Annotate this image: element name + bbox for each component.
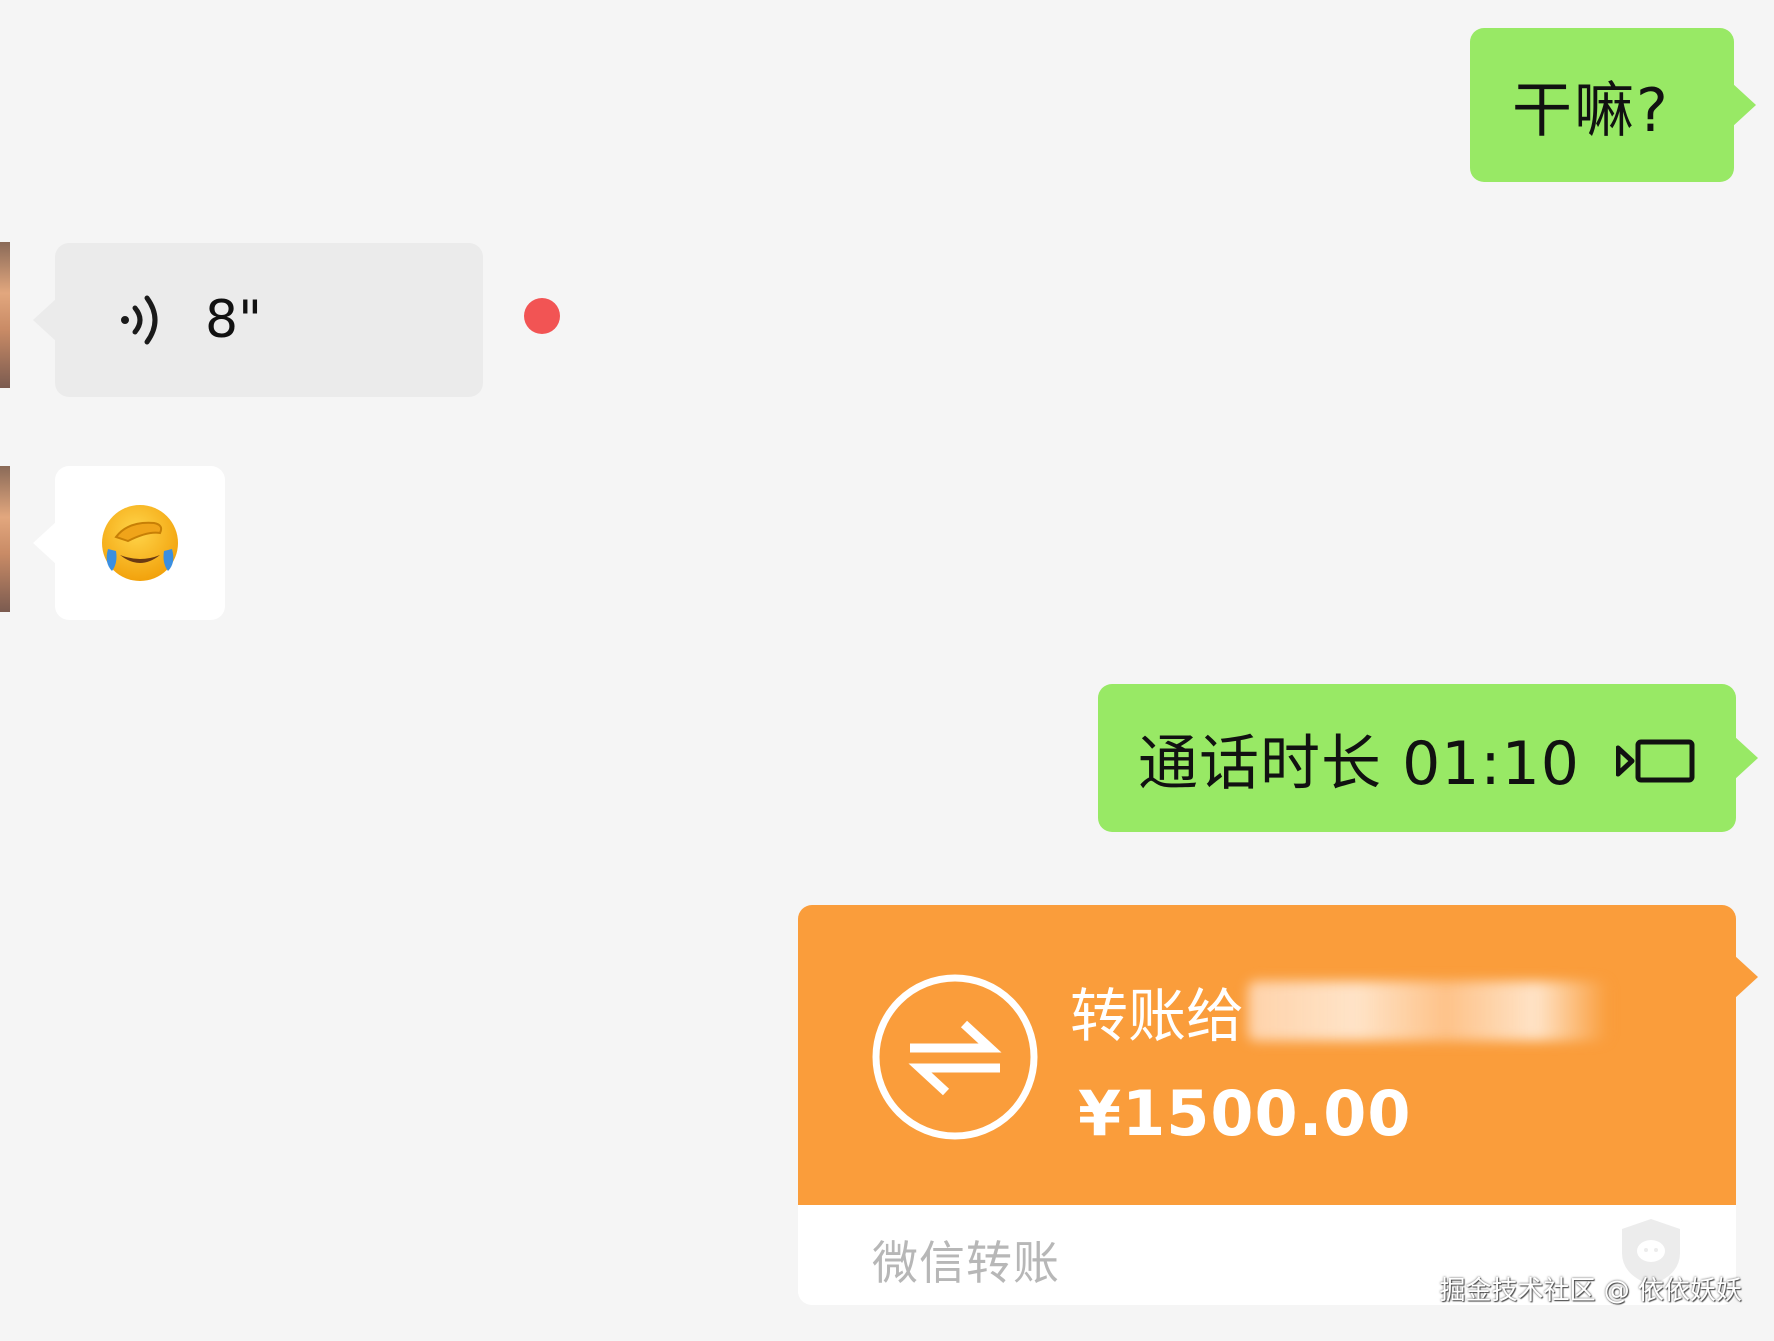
- voice-message-bubble[interactable]: 8": [55, 243, 483, 397]
- contact-avatar[interactable]: [0, 466, 10, 612]
- video-call-icon: [1616, 739, 1695, 783]
- transfer-arrows-icon: [872, 974, 1038, 1140]
- voice-wave-icon: [121, 295, 158, 345]
- contact-avatar[interactable]: [0, 242, 10, 388]
- call-record-bubble[interactable]: 通话时长 01:10: [1098, 684, 1736, 832]
- transfer-recipient: 转账给: [1070, 969, 1609, 1053]
- transfer-card-header: 转账给 ¥1500.00: [798, 905, 1758, 1205]
- transfer-card[interactable]: 转账给 ¥1500.00 微信转账: [798, 905, 1758, 1305]
- chat-window: 干嘛? 8" 通话时长 01:10 转账给 ¥1500.00 微信转账 掘金技术…: [0, 0, 1774, 1341]
- redacted-recipient-name: [1248, 981, 1609, 1041]
- transfer-amount: ¥1500.00: [1078, 1077, 1412, 1150]
- watermark: 掘金技术社区 @ 依依妖妖: [1439, 1276, 1742, 1306]
- face-palm-crying-emoji-icon: [102, 505, 178, 581]
- message-text: 干嘛?: [1512, 75, 1670, 146]
- outgoing-message-bubble[interactable]: 干嘛?: [1470, 28, 1734, 182]
- emoji-message-bubble[interactable]: [55, 466, 225, 620]
- voice-duration: 8": [205, 290, 263, 350]
- transfer-recipient-prefix: 转账给: [1070, 982, 1245, 1050]
- call-duration-text: 通话时长 01:10: [1138, 728, 1580, 799]
- unread-dot: [524, 298, 560, 334]
- transfer-footer-label: 微信转账: [872, 1236, 1060, 1290]
